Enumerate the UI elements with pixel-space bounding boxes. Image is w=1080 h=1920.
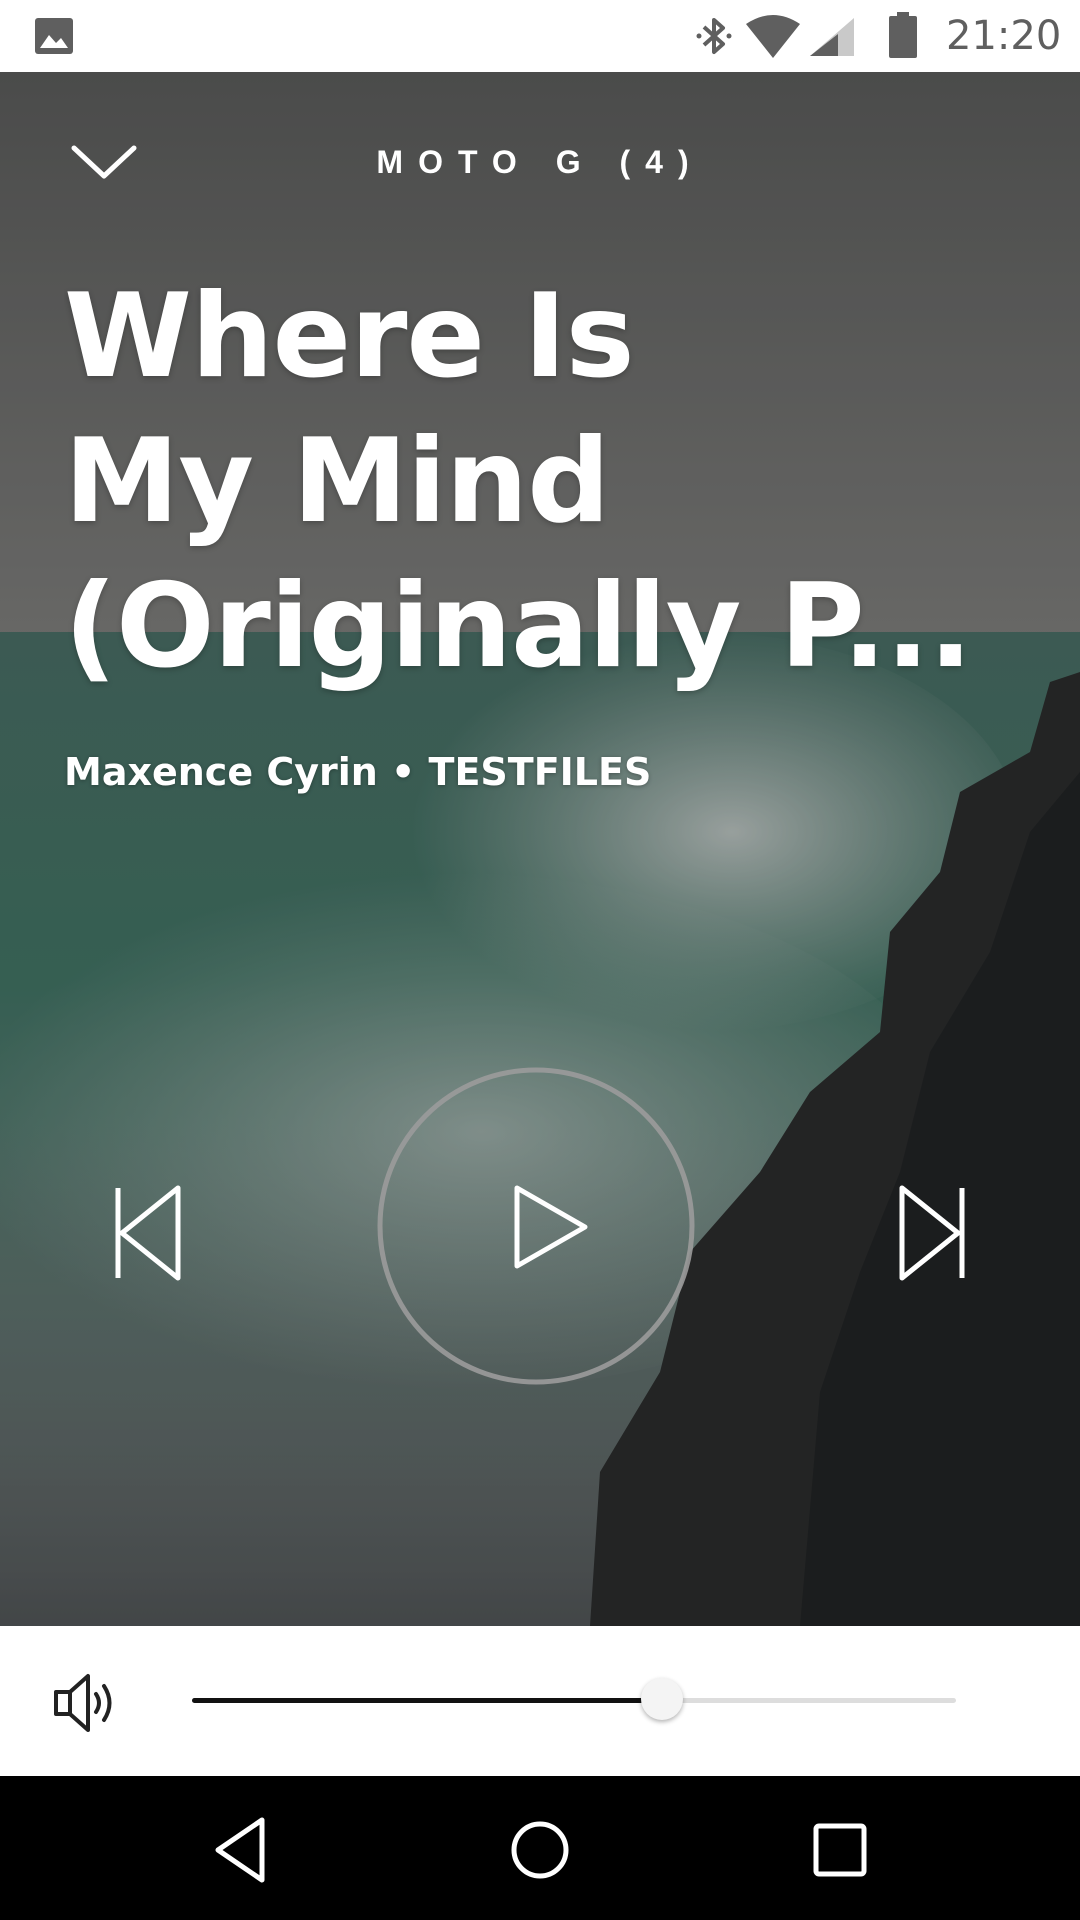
previous-button[interactable] bbox=[96, 1174, 206, 1294]
wifi-icon bbox=[746, 15, 800, 58]
volume-slider[interactable] bbox=[192, 1678, 956, 1720]
recents-button[interactable] bbox=[800, 1810, 880, 1890]
chevron-down-icon bbox=[71, 145, 137, 179]
now-playing-screen: 21:20 MOTO G (4) Where Is My Mind (Origi… bbox=[0, 0, 1080, 1920]
player-area: MOTO G (4) Where Is My Mind (Originally … bbox=[0, 72, 1080, 1626]
collapse-button[interactable] bbox=[62, 132, 146, 192]
home-button[interactable] bbox=[500, 1810, 580, 1890]
recents-icon bbox=[813, 1823, 867, 1877]
navigation-bar bbox=[0, 1776, 1080, 1920]
artist-album-label: Maxence Cyrin • TESTFILES bbox=[64, 750, 652, 794]
status-bar: 21:20 bbox=[0, 0, 1080, 72]
volume-slider-fill bbox=[192, 1698, 662, 1703]
skip-next-icon bbox=[899, 1185, 965, 1281]
play-icon bbox=[514, 1185, 588, 1269]
bluetooth-icon bbox=[696, 18, 732, 54]
battery-icon bbox=[889, 12, 917, 58]
track-title-line-3: (Originally P... bbox=[64, 559, 973, 694]
track-title: Where Is My Mind (Originally P... bbox=[64, 264, 1024, 699]
back-icon bbox=[215, 1817, 265, 1883]
track-title-line-1: Where Is bbox=[64, 269, 635, 404]
speaker-icon[interactable] bbox=[52, 1670, 122, 1736]
volume-slider-thumb[interactable] bbox=[640, 1678, 683, 1720]
gallery-icon bbox=[35, 18, 73, 54]
cell-signal-icon bbox=[810, 18, 854, 56]
skip-previous-icon bbox=[115, 1185, 181, 1281]
play-button[interactable] bbox=[376, 1066, 696, 1386]
device-name[interactable]: MOTO G (4) bbox=[240, 138, 840, 186]
back-button[interactable] bbox=[200, 1810, 280, 1890]
next-button[interactable] bbox=[878, 1174, 988, 1294]
volume-bar bbox=[0, 1626, 1080, 1776]
home-icon bbox=[511, 1821, 569, 1879]
status-time: 21:20 bbox=[946, 13, 1062, 59]
track-title-line-2: My Mind bbox=[64, 414, 610, 549]
